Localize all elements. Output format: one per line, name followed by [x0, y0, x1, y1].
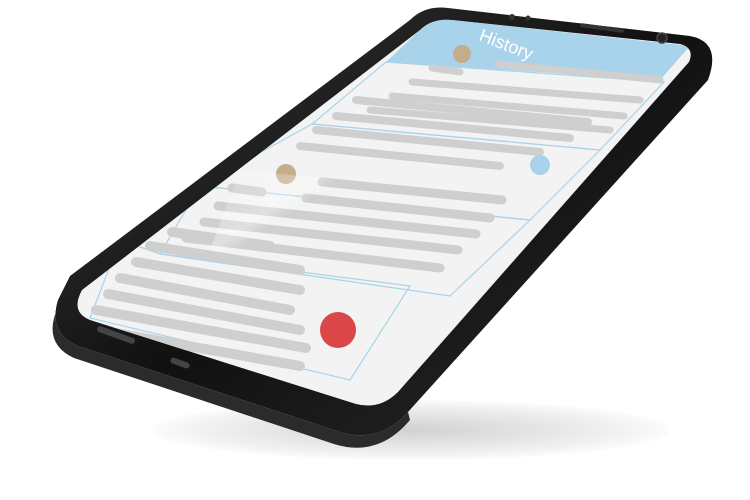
phone-svg: History — [52, 7, 713, 448]
phone-device: History — [0, 0, 750, 500]
status-dot-red — [320, 312, 356, 348]
status-dot-blue — [530, 155, 550, 175]
status-dot-tan — [453, 45, 471, 63]
mockup-stage: History — [0, 0, 750, 500]
